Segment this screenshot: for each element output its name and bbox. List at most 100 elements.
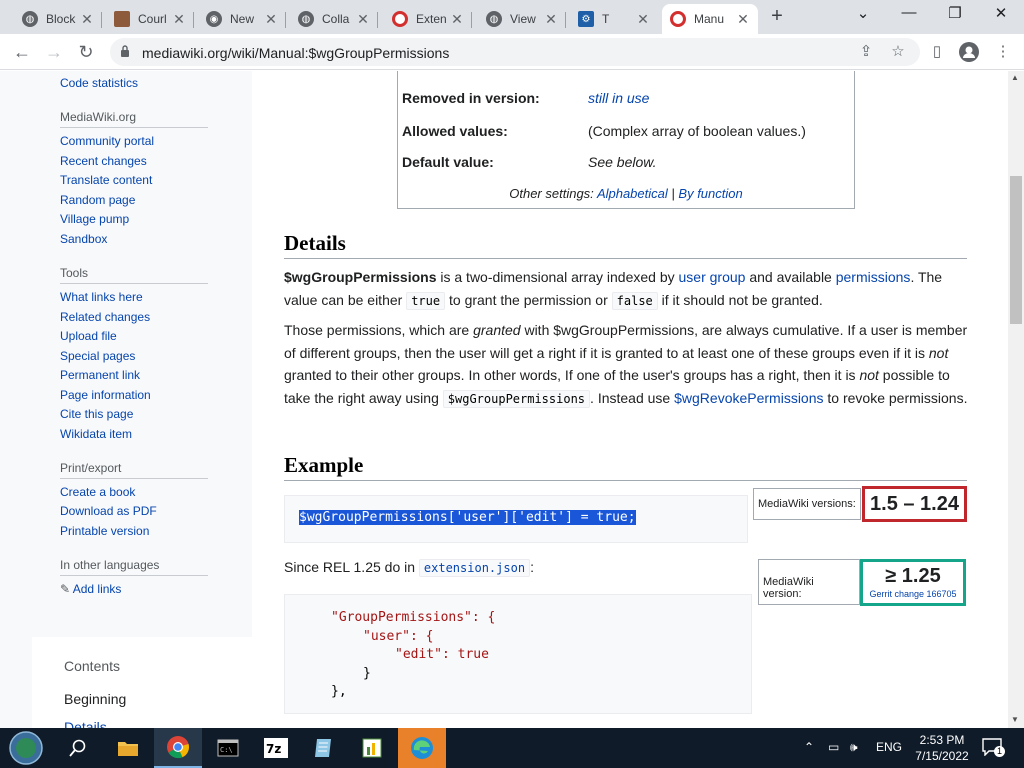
- scroll-up-arrow[interactable]: ▲: [1011, 73, 1019, 82]
- tab-title: New: [230, 12, 255, 26]
- menu-kebab-icon[interactable]: ⋮: [992, 42, 1014, 64]
- edge-button[interactable]: [398, 728, 446, 768]
- sidebar-item-download-pdf[interactable]: Download as PDF: [60, 504, 157, 518]
- sidebar-panel-icon[interactable]: ▯: [926, 42, 948, 64]
- chrome-button[interactable]: [154, 728, 202, 768]
- tab-5[interactable]: Exten ✕: [384, 4, 472, 34]
- close-tab-icon[interactable]: ✕: [736, 11, 750, 28]
- tab-search-icon[interactable]: ⌄: [840, 4, 886, 28]
- start-button[interactable]: [2, 728, 50, 768]
- tray-overflow-chevron-icon[interactable]: ⌃: [804, 740, 814, 754]
- version-label: MediaWiki version:: [763, 576, 814, 600]
- toc-title: Contents: [64, 658, 121, 674]
- code-block-2[interactable]: "GroupPermissions": { "user": { "edit": …: [284, 594, 752, 714]
- profile-avatar[interactable]: [958, 42, 980, 64]
- divider: [284, 258, 967, 259]
- back-button[interactable]: ←: [10, 40, 34, 64]
- tab-2[interactable]: Courl ✕: [106, 4, 194, 34]
- forward-button[interactable]: →: [42, 40, 66, 64]
- tab-title: Block: [46, 12, 76, 26]
- search-icon: [69, 739, 86, 757]
- new-tab-button[interactable]: +: [766, 6, 788, 28]
- opera-icon: [392, 11, 408, 27]
- toc-item-details[interactable]: Details: [64, 719, 107, 728]
- minimize-button[interactable]: —: [886, 4, 932, 28]
- close-tab-icon[interactable]: ✕: [544, 11, 558, 28]
- text: Those permissions, which are: [284, 322, 474, 338]
- maximize-button[interactable]: ❐: [932, 4, 978, 28]
- file-explorer-button[interactable]: [104, 728, 152, 768]
- close-tab-icon[interactable]: ✕: [636, 11, 650, 28]
- globe-icon: ◍: [298, 11, 314, 27]
- scrollbar-thumb[interactable]: [1010, 176, 1022, 324]
- tab-title: Manu: [694, 12, 725, 26]
- sidebar-heading-languages: In other languages: [60, 558, 160, 572]
- removed-value-link[interactable]: still in use: [588, 90, 649, 106]
- sidebar-item-translate-content[interactable]: Translate content: [60, 173, 152, 187]
- sidebar-item-recent-changes[interactable]: Recent changes: [60, 154, 147, 168]
- tab-1[interactable]: ◍ Block ✕: [14, 4, 102, 34]
- sidebar-item-village-pump[interactable]: Village pump: [60, 212, 129, 226]
- code-block-1[interactable]: $wgGroupPermissions['user']['edit'] = tr…: [284, 495, 748, 543]
- reload-button[interactable]: ↻: [74, 40, 98, 64]
- sidebar-item-special-pages[interactable]: Special pages: [60, 349, 135, 363]
- sidebar-item-related-changes[interactable]: Related changes: [60, 310, 150, 324]
- sidebar-item-code-statistics[interactable]: Code statistics: [60, 76, 138, 90]
- scroll-down-arrow[interactable]: ▼: [1011, 715, 1019, 724]
- svg-text:C:\: C:\: [220, 746, 233, 754]
- share-icon[interactable]: ⇪: [856, 42, 876, 62]
- close-tab-icon[interactable]: ✕: [356, 11, 370, 28]
- sidebar-item-cite-this-page[interactable]: Cite this page: [60, 407, 133, 421]
- clock[interactable]: 2:53 PM 7/15/2022: [914, 732, 970, 764]
- sidebar-item-permanent-link[interactable]: Permanent link: [60, 368, 140, 382]
- close-window-button[interactable]: ✕: [978, 4, 1024, 28]
- pencil-icon: ✎: [60, 582, 71, 596]
- sidebar-item-wikidata-item[interactable]: Wikidata item: [60, 427, 132, 441]
- tab-active[interactable]: Manu ✕: [662, 4, 758, 34]
- text: to grant the permission or: [445, 291, 612, 308]
- sidebar-item-random-page[interactable]: Random page: [60, 193, 135, 207]
- sidebar-item-page-information[interactable]: Page information: [60, 388, 151, 402]
- tab-3[interactable]: ◉ New ✕: [198, 4, 286, 34]
- address-bar[interactable]: mediawiki.org/wiki/Manual:$wgGroupPermis…: [110, 38, 920, 66]
- network-icon[interactable]: ▭: [828, 740, 839, 754]
- vertical-scrollbar[interactable]: ▲ ▼: [1008, 71, 1024, 728]
- tab-7[interactable]: ⚙ T ✕: [570, 4, 658, 34]
- details-heading: Details: [284, 231, 346, 255]
- sidebar-item-add-links[interactable]: ✎ Add links: [60, 582, 121, 596]
- gerrit-change-link[interactable]: Gerrit change 166705: [863, 588, 963, 600]
- sidebar-item-create-a-book[interactable]: Create a book: [60, 485, 135, 499]
- sidebar-item-sandbox[interactable]: Sandbox: [60, 232, 107, 246]
- close-tab-icon[interactable]: ✕: [450, 11, 464, 28]
- notes-button[interactable]: [300, 728, 348, 768]
- version-min: ≥ 1.25: [885, 565, 941, 587]
- tab-6[interactable]: ◍ View ✕: [478, 4, 566, 34]
- sidebar-item-what-links-here[interactable]: What links here: [60, 290, 143, 304]
- search-button[interactable]: [54, 728, 102, 768]
- other-settings-prefix: Other settings:: [509, 186, 594, 201]
- user-group-link[interactable]: user group: [679, 269, 746, 285]
- spreadsheet-button[interactable]: [348, 728, 396, 768]
- bookmark-star-icon[interactable]: ☆: [888, 42, 908, 62]
- by-function-link[interactable]: By function: [678, 186, 742, 201]
- sidebar-item-printable-version[interactable]: Printable version: [60, 524, 149, 538]
- notification-button[interactable]: 1: [982, 738, 1005, 758]
- alphabetical-link[interactable]: Alphabetical: [597, 186, 668, 201]
- globe-icon: ◍: [22, 11, 38, 27]
- 7zip-button[interactable]: 7z: [252, 728, 300, 768]
- volume-icon[interactable]: 🕪: [850, 740, 858, 755]
- versions-label: MediaWiki versions:: [758, 498, 856, 510]
- edge-icon: [411, 737, 433, 759]
- terminal-button[interactable]: C:\: [204, 728, 252, 768]
- close-tab-icon[interactable]: ✕: [264, 11, 278, 28]
- sidebar-item-upload-file[interactable]: Upload file: [60, 329, 117, 343]
- tab-4[interactable]: ◍ Colla ✕: [290, 4, 378, 34]
- revoke-permissions-link[interactable]: $wgRevokePermissions: [674, 390, 823, 406]
- allowed-label: Allowed values:: [402, 123, 508, 139]
- permissions-link[interactable]: permissions: [836, 269, 911, 285]
- sidebar-item-community-portal[interactable]: Community portal: [60, 134, 154, 148]
- language-indicator[interactable]: ENG: [876, 740, 902, 754]
- close-tab-icon[interactable]: ✕: [172, 11, 186, 28]
- toc-item-beginning[interactable]: Beginning: [64, 691, 126, 707]
- close-tab-icon[interactable]: ✕: [80, 11, 94, 28]
